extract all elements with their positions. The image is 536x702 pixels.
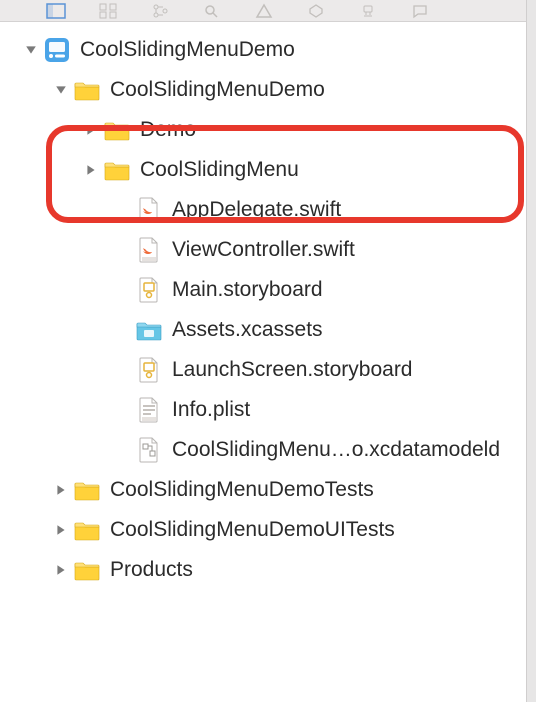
tree-label: Assets.xcassets — [172, 318, 323, 342]
disclosure-closed-icon[interactable] — [54, 523, 68, 537]
symbol-navigator-icon[interactable] — [148, 3, 172, 19]
folder-row[interactable]: CoolSlidingMenu — [0, 150, 536, 190]
swift-file-icon — [136, 197, 162, 223]
tree-label: Info.plist — [172, 398, 250, 422]
storyboard-file-icon — [136, 277, 162, 303]
disclosure-closed-icon[interactable] — [84, 123, 98, 137]
project-navigator-icon[interactable] — [44, 3, 68, 19]
file-row[interactable]: ViewController.swift — [0, 230, 536, 270]
tree-label: CoolSlidingMenu — [140, 158, 299, 182]
tree-label: CoolSlidingMenuDemo — [110, 78, 325, 102]
tree-label: Products — [110, 558, 193, 582]
pane-divider[interactable] — [526, 0, 536, 702]
source-control-icon[interactable] — [96, 3, 120, 19]
folder-icon — [74, 557, 100, 583]
group-row[interactable]: CoolSlidingMenuDemo — [0, 70, 536, 110]
app-project-icon — [44, 37, 70, 63]
folder-row[interactable]: CoolSlidingMenuDemoUITests — [0, 510, 536, 550]
disclosure-open-icon[interactable] — [24, 43, 38, 57]
folder-icon — [74, 517, 100, 543]
tree-label: LaunchScreen.storyboard — [172, 358, 413, 382]
tree-label: Main.storyboard — [172, 278, 323, 302]
folder-icon — [104, 157, 130, 183]
tree-label: CoolSlidingMenuDemo — [80, 38, 295, 62]
folder-row[interactable]: CoolSlidingMenuDemoTests — [0, 470, 536, 510]
project-navigator: CoolSlidingMenuDemo CoolSlidingMenuDemo … — [0, 22, 536, 590]
tree-label: AppDelegate.swift — [172, 198, 341, 222]
file-row[interactable]: LaunchScreen.storyboard — [0, 350, 536, 390]
assets-folder-icon — [136, 317, 162, 343]
plist-file-icon — [136, 397, 162, 423]
file-row[interactable]: CoolSlidingMenu…o.xcdatamodeld — [0, 430, 536, 470]
tree-label: Demo — [140, 118, 196, 142]
find-navigator-icon[interactable] — [200, 3, 224, 19]
disclosure-open-icon[interactable] — [54, 83, 68, 97]
folder-icon — [74, 477, 100, 503]
datamodel-file-icon — [136, 437, 162, 463]
tree-label: ViewController.swift — [172, 238, 355, 262]
navigator-toolbar — [0, 0, 536, 22]
test-navigator-icon[interactable] — [304, 3, 328, 19]
folder-row[interactable]: Products — [0, 550, 536, 590]
report-navigator-icon[interactable] — [408, 3, 432, 19]
storyboard-file-icon — [136, 357, 162, 383]
debug-navigator-icon[interactable] — [356, 3, 380, 19]
folder-icon — [74, 77, 100, 103]
folder-row[interactable]: Demo — [0, 110, 536, 150]
issue-navigator-icon[interactable] — [252, 3, 276, 19]
file-row[interactable]: AppDelegate.swift — [0, 190, 536, 230]
tree-label: CoolSlidingMenu…o.xcdatamodeld — [172, 438, 500, 462]
file-row[interactable]: Assets.xcassets — [0, 310, 536, 350]
file-row[interactable]: Info.plist — [0, 390, 536, 430]
disclosure-closed-icon[interactable] — [54, 563, 68, 577]
swift-file-icon — [136, 237, 162, 263]
project-root-row[interactable]: CoolSlidingMenuDemo — [0, 30, 536, 70]
tree-label: CoolSlidingMenuDemoUITests — [110, 518, 395, 542]
tree-label: CoolSlidingMenuDemoTests — [110, 478, 374, 502]
disclosure-closed-icon[interactable] — [84, 163, 98, 177]
folder-icon — [104, 117, 130, 143]
disclosure-closed-icon[interactable] — [54, 483, 68, 497]
file-row[interactable]: Main.storyboard — [0, 270, 536, 310]
